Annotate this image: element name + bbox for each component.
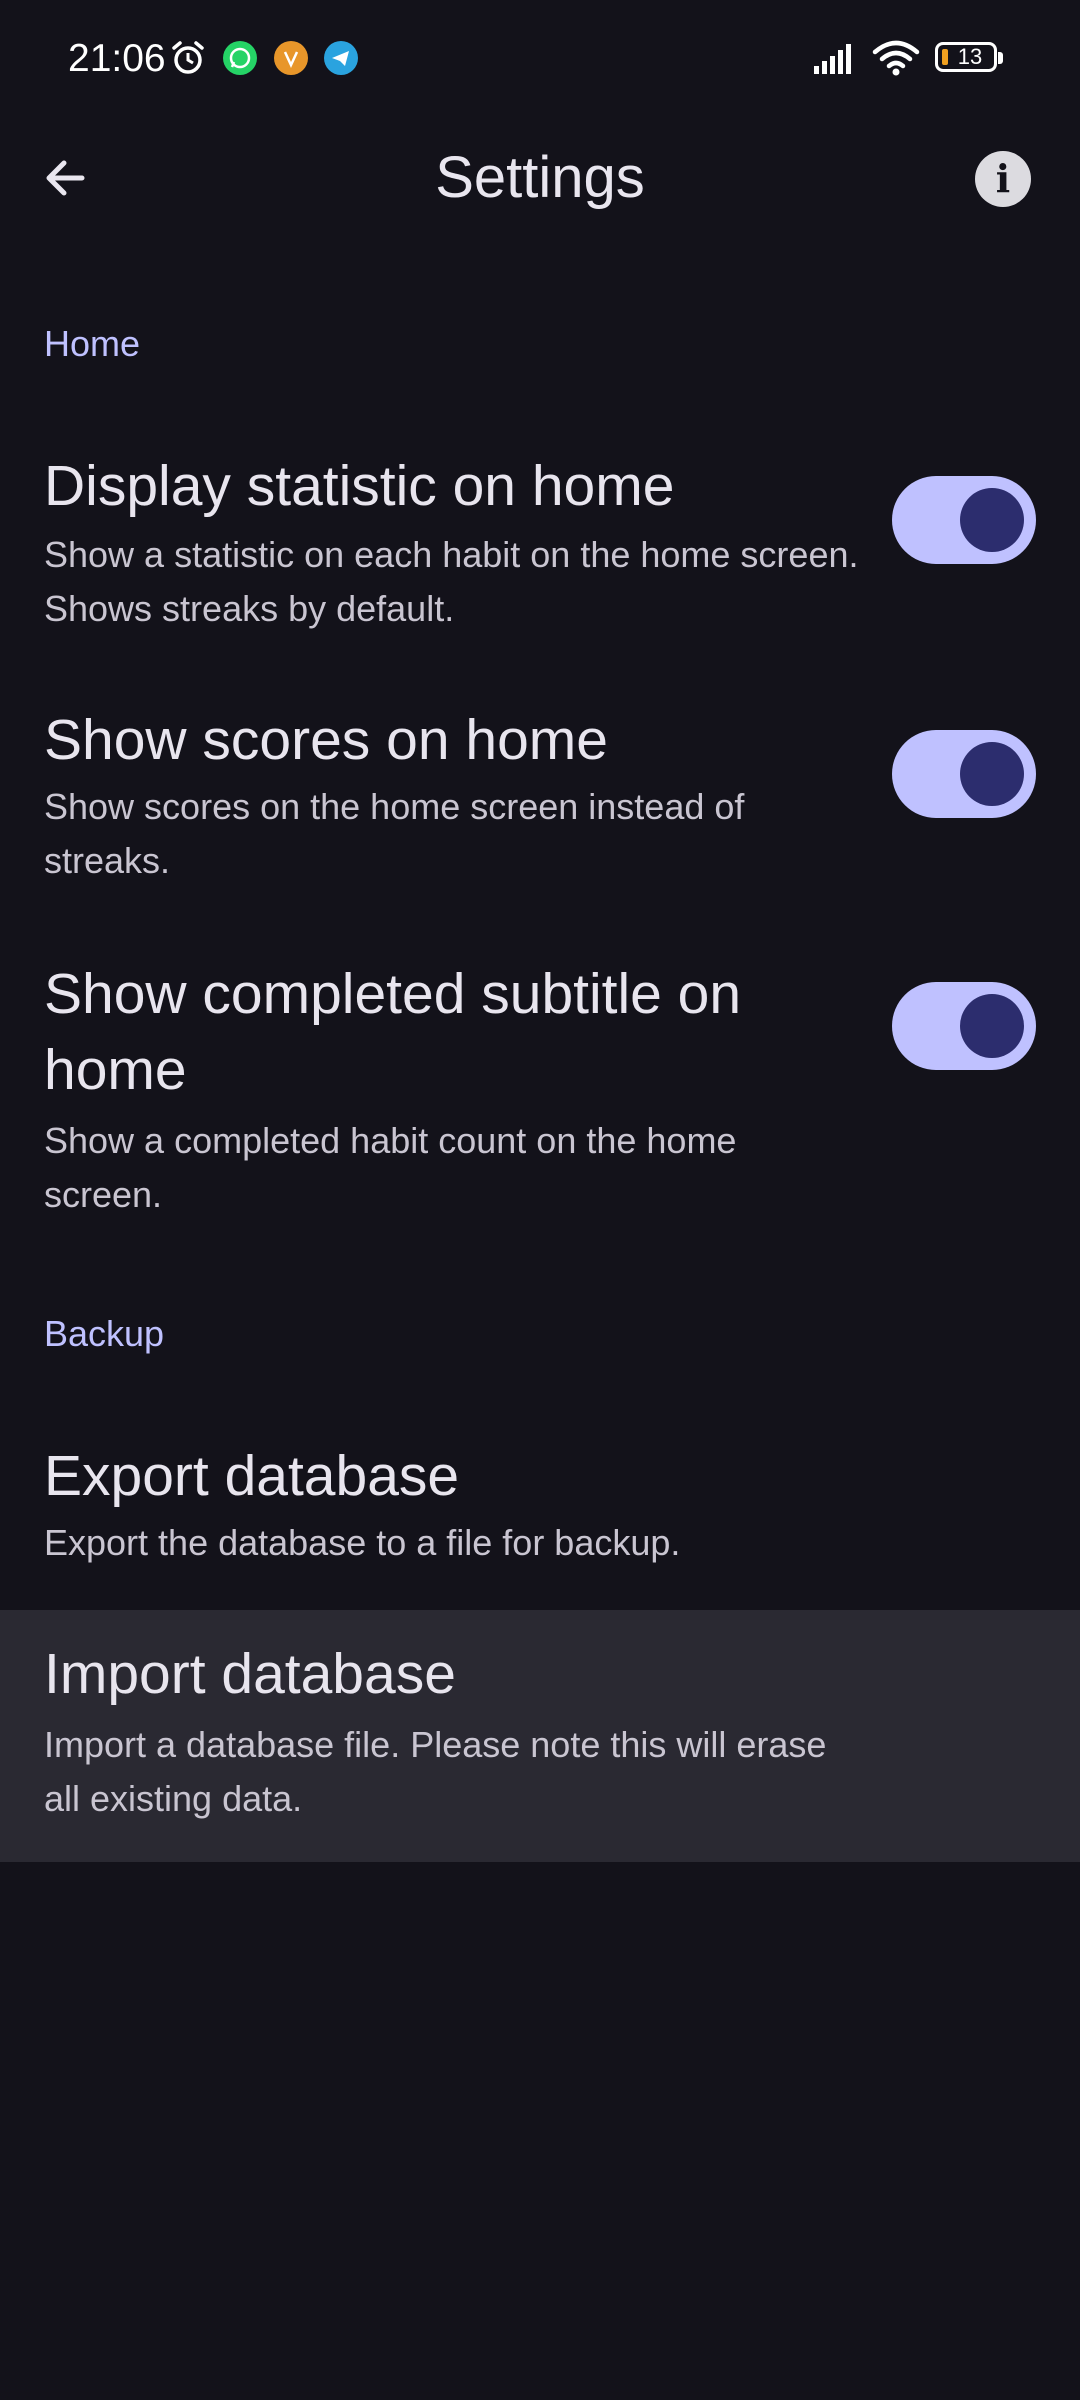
display-statistic-toggle[interactable]	[892, 476, 1036, 564]
setting-summary: Show a completed habit count on the home…	[44, 1120, 737, 1215]
battery-icon: 13	[935, 42, 997, 72]
app-notification-icon	[274, 41, 308, 75]
setting-summary: Show scores on the home screen instead o…	[44, 786, 745, 881]
setting-title: Import database	[44, 1642, 456, 1706]
setting-export-database[interactable]: Export database Export the database to a…	[0, 1438, 1080, 1588]
show-completed-subtitle-toggle[interactable]	[892, 982, 1036, 1070]
setting-title: Show scores on home	[44, 708, 608, 772]
setting-summary: Import a database file. Please note this…	[44, 1724, 827, 1819]
show-scores-toggle[interactable]	[892, 730, 1036, 818]
info-button[interactable]: i	[975, 151, 1031, 207]
setting-display-statistic[interactable]: Display statistic on home Show a statist…	[0, 448, 1080, 648]
info-icon: i	[995, 156, 1011, 201]
setting-title: Export database	[44, 1444, 460, 1508]
signal-icon	[814, 44, 851, 74]
app-bar: Settings i	[0, 118, 1080, 238]
alarm-icon	[172, 41, 204, 74]
toggle-knob	[960, 742, 1024, 806]
section-header-backup: Backup	[44, 1313, 165, 1354]
toggle-knob	[960, 994, 1024, 1058]
status-time: 21:06	[68, 37, 166, 80]
setting-title: Show completed subtitle on home	[44, 962, 742, 1102]
wifi-icon	[872, 40, 920, 76]
setting-summary: Export the database to a file for backup…	[44, 1522, 681, 1563]
settings-screen: 21:06 13 Settings i Home Display statist…	[0, 0, 1080, 2400]
section-header-home: Home	[44, 323, 141, 364]
page-title: Settings	[435, 145, 645, 210]
setting-show-scores[interactable]: Show scores on home Show scores on the h…	[0, 702, 1080, 902]
setting-title: Display statistic on home	[44, 454, 675, 518]
setting-import-database[interactable]: Import database Import a database file. …	[0, 1610, 1080, 1862]
status-bar: 21:06 13	[0, 0, 1080, 118]
whatsapp-icon	[223, 41, 257, 75]
battery-level: 13	[957, 44, 983, 69]
telegram-icon	[324, 41, 358, 75]
toggle-knob	[960, 488, 1024, 552]
setting-summary: Show a statistic on each habit on the ho…	[44, 534, 859, 629]
setting-show-completed-subtitle[interactable]: Show completed subtitle on home Show a c…	[0, 956, 1080, 1226]
battery-tip	[998, 52, 1003, 64]
